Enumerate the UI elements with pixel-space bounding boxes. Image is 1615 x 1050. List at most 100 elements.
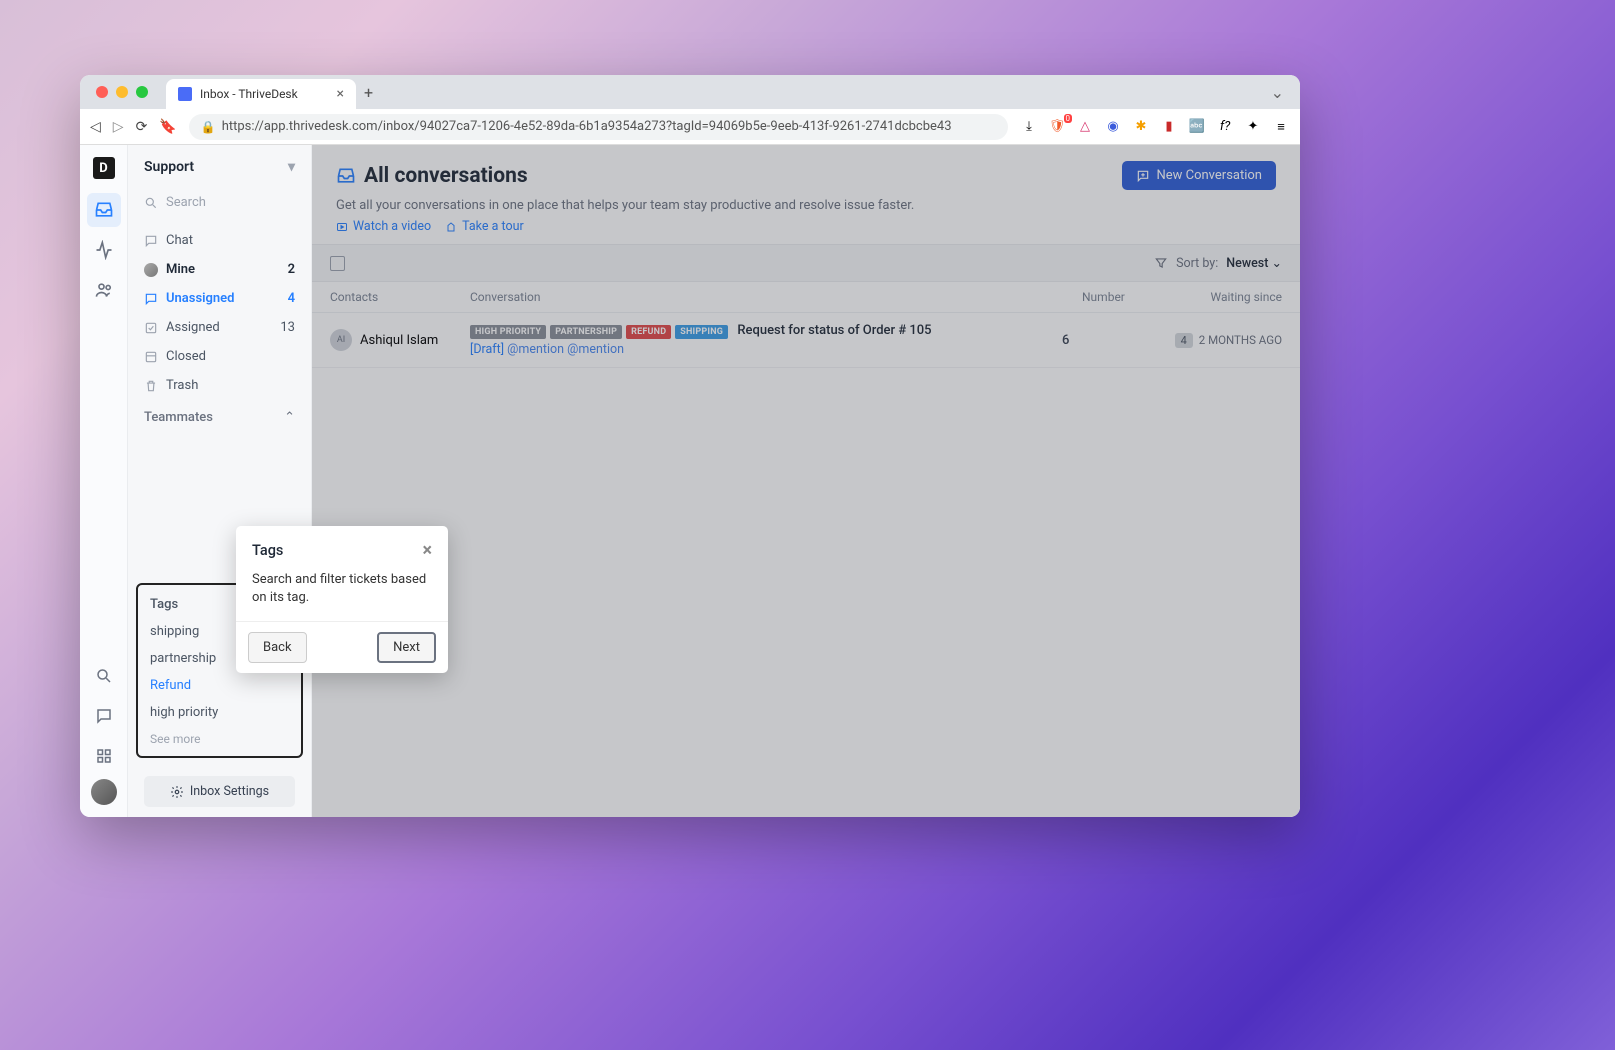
new-conversation-button[interactable]: New Conversation	[1122, 161, 1276, 190]
sidebar-item-chat[interactable]: Chat	[128, 226, 311, 255]
rail-apps[interactable]	[87, 739, 121, 773]
tour-back-button[interactable]: Back	[248, 632, 307, 663]
chevron-down-icon: ▾	[288, 159, 295, 175]
url-field[interactable]: 🔒 https://app.thrivedesk.com/inbox/94027…	[189, 114, 1008, 140]
tag-label: high priority	[150, 705, 218, 720]
close-icon[interactable]: ×	[422, 540, 432, 561]
conversation-number: 6	[1062, 333, 1152, 348]
reload-icon[interactable]: ⟳	[136, 119, 148, 135]
draft-preview: @mention @mention	[507, 342, 624, 357]
lock-icon: 🔒	[201, 120, 216, 134]
page-title: All conversations	[336, 164, 528, 188]
favicon	[178, 87, 192, 101]
tag-label: Refund	[150, 678, 191, 693]
triangle-ext-icon[interactable]: △	[1076, 118, 1094, 136]
browser-tab[interactable]: Inbox - ThriveDesk ×	[166, 79, 356, 109]
sidebar-item-trash[interactable]: Trash	[128, 371, 311, 400]
contact-name: Ashiqul Islam	[360, 333, 438, 348]
nav-back-icon[interactable]: ◁	[90, 119, 101, 135]
chip-refund: REFUND	[626, 325, 671, 339]
minimize-window-button[interactable]	[116, 86, 128, 98]
new-tab-button[interactable]: +	[364, 83, 373, 102]
shield-icon[interactable]: 🛡0	[1048, 118, 1066, 136]
waiting-since: 2 MONTHS AGO	[1199, 333, 1282, 347]
close-window-button[interactable]	[96, 86, 108, 98]
sidebar-item-unassigned[interactable]: Unassigned 4	[128, 284, 311, 313]
new-conversation-label: New Conversation	[1156, 168, 1262, 183]
sidebar-item-mine[interactable]: Mine 2	[128, 255, 311, 284]
sidebar-item-label: Trash	[166, 378, 198, 393]
sidebar-item-closed[interactable]: Closed	[128, 342, 311, 371]
user-avatar[interactable]	[91, 779, 117, 805]
play-icon	[336, 221, 348, 233]
inbox-settings-button[interactable]: Inbox Settings	[144, 776, 295, 807]
teammates-section-header[interactable]: Teammates ⌃	[128, 400, 311, 431]
teammates-label: Teammates	[144, 410, 213, 425]
rail-inbox[interactable]	[87, 193, 121, 227]
tab-bar: Inbox - ThriveDesk × + ⌄	[80, 75, 1300, 109]
take-tour-link[interactable]: Take a tour	[445, 219, 524, 234]
app-container: D Support ▾	[80, 145, 1300, 817]
sidebar-item-label: Assigned	[166, 320, 220, 335]
app-logo[interactable]: D	[93, 157, 115, 179]
tag-item-refund[interactable]: Refund	[138, 672, 301, 699]
rail-contacts[interactable]	[87, 273, 121, 307]
tour-next-label: Next	[393, 640, 420, 655]
col-waiting: Waiting since	[1172, 290, 1282, 304]
extensions-puzzle-icon[interactable]: ✦	[1244, 118, 1262, 136]
select-all-checkbox[interactable]	[330, 256, 345, 271]
tour-body: Search and filter tickets based on its t…	[236, 565, 448, 621]
tour-next-button[interactable]: Next	[377, 632, 436, 663]
rail-activity[interactable]	[87, 233, 121, 267]
new-conversation-icon	[1136, 169, 1150, 183]
tour-popover: Tags × Search and filter tickets based o…	[236, 526, 448, 673]
col-contacts: Contacts	[330, 290, 470, 304]
sort-value-dropdown[interactable]: Newest ⌄	[1226, 255, 1282, 271]
onepassword-ext-icon[interactable]: ◉	[1104, 118, 1122, 136]
workspace-selector[interactable]: Support ▾	[128, 145, 311, 189]
sidebar-item-assigned[interactable]: Assigned 13	[128, 313, 311, 342]
tag-item-high-priority[interactable]: high priority	[138, 699, 301, 726]
conversation-row[interactable]: AI Ashiqul Islam HIGH PRIORITY PARTNERSH…	[312, 313, 1300, 368]
search-input[interactable]: Search	[128, 189, 311, 216]
main-header: All conversations New Conversation Get a…	[312, 145, 1300, 245]
see-more-link[interactable]: See more	[138, 726, 301, 752]
sidebar-list: Chat Mine 2 Unassigned 4 Assigned 13	[128, 226, 311, 400]
sidebar-item-label: Chat	[166, 233, 193, 248]
sidebar-item-label: Closed	[166, 349, 206, 364]
tour-icon	[445, 221, 457, 233]
sidebar-item-label: Mine	[166, 262, 195, 277]
watch-video-link[interactable]: Watch a video	[336, 219, 431, 234]
close-tab-icon[interactable]: ×	[337, 86, 344, 102]
book-ext-icon[interactable]: ▮	[1160, 118, 1178, 136]
maximize-window-button[interactable]	[136, 86, 148, 98]
take-tour-label: Take a tour	[462, 219, 524, 234]
browser-window: Inbox - ThriveDesk × + ⌄ ◁ ▷ ⟳ 🔖 🔒 https…	[80, 75, 1300, 817]
tag-label: partnership	[150, 651, 216, 666]
nav-rail: D	[80, 145, 128, 817]
download-icon[interactable]: ⤓	[1020, 118, 1038, 136]
filter-icon[interactable]	[1154, 256, 1168, 270]
rail-chat[interactable]	[87, 699, 121, 733]
browser-menu-icon[interactable]: ≡	[1272, 118, 1290, 136]
inbox-icon	[336, 166, 356, 186]
sort-label: Sort by:	[1176, 256, 1218, 271]
tour-title: Tags	[252, 542, 283, 559]
chip-partnership: PARTNERSHIP	[550, 325, 622, 339]
nav-forward-icon: ▷	[113, 119, 124, 135]
page-title-text: All conversations	[364, 164, 528, 188]
translate-ext-icon[interactable]: 🔤	[1188, 118, 1206, 136]
tab-list-chevron-icon[interactable]: ⌄	[1271, 83, 1284, 102]
rail-search[interactable]	[87, 659, 121, 693]
tag-chips: HIGH PRIORITY PARTNERSHIP REFUND SHIPPIN…	[470, 325, 728, 339]
conversation-subject: Request for status of Order # 105	[737, 323, 931, 338]
column-headers: Contacts Conversation Number Waiting sin…	[312, 282, 1300, 313]
contact-avatar: AI	[330, 329, 352, 351]
flower-ext-icon[interactable]: ✱	[1132, 118, 1150, 136]
bookmark-icon[interactable]: 🔖	[159, 119, 176, 135]
whatfont-ext-icon[interactable]: f?	[1216, 118, 1234, 136]
sidebar: Support ▾ Search Chat Mine 2	[128, 145, 312, 817]
workspace-name: Support	[144, 159, 194, 175]
see-more-label: See more	[150, 732, 201, 746]
sidebar-item-count: 2	[288, 262, 295, 277]
